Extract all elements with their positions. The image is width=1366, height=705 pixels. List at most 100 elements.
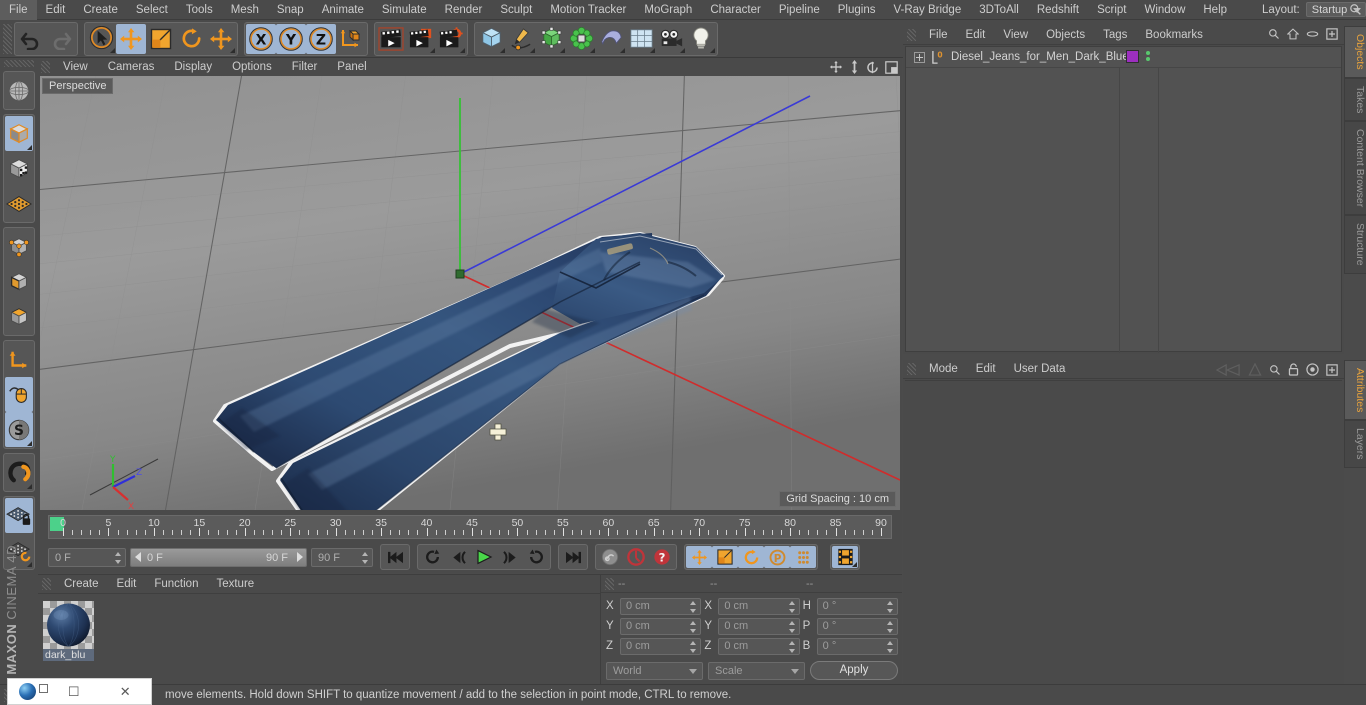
- object-menu-tags[interactable]: Tags: [1094, 26, 1136, 45]
- viewport-menu-view[interactable]: View: [53, 58, 98, 76]
- add-panel-icon[interactable]: [1326, 28, 1338, 40]
- history-back-icon[interactable]: [1215, 363, 1241, 376]
- animation-mode-button[interactable]: [832, 546, 858, 568]
- viewport-menu-cameras[interactable]: Cameras: [98, 58, 165, 76]
- add-deformer-button[interactable]: [566, 24, 596, 54]
- search-icon[interactable]: [1268, 28, 1280, 40]
- menu-item-create[interactable]: Create: [74, 0, 127, 20]
- viewport-menu-options[interactable]: Options: [222, 58, 282, 76]
- attribute-menu-user-data[interactable]: User Data: [1005, 360, 1075, 379]
- object-menu-file[interactable]: File: [920, 26, 957, 45]
- add-cube-button[interactable]: [476, 24, 506, 54]
- model-mode-button[interactable]: [5, 116, 33, 151]
- object-row[interactable]: 0 Diesel_Jeans_for_Men_Dark_Blue: [906, 47, 1341, 68]
- tab-content-browser[interactable]: Content Browser: [1344, 121, 1366, 216]
- add-camera-button[interactable]: [656, 24, 686, 54]
- lock-y-axis-button[interactable]: Y: [276, 23, 306, 54]
- key-position-button[interactable]: [686, 546, 712, 568]
- menu-item-vray-bridge[interactable]: V-Ray Bridge: [884, 0, 970, 20]
- render-region-button[interactable]: [406, 24, 436, 54]
- coordinate-mode-dropdown[interactable]: Scale: [708, 661, 805, 680]
- render-settings-button[interactable]: [436, 24, 466, 54]
- menu-item-window[interactable]: Window: [1135, 0, 1194, 20]
- spinner-icon[interactable]: [690, 640, 697, 653]
- lock-icon[interactable]: [1288, 363, 1299, 376]
- range-left-arrow-icon[interactable]: [135, 551, 141, 562]
- enable-axis-modification-button[interactable]: [5, 342, 33, 377]
- search-icon[interactable]: [1269, 364, 1281, 376]
- object-menu-objects[interactable]: Objects: [1037, 26, 1094, 45]
- coordinates-grip[interactable]: [605, 577, 614, 590]
- object-menu-view[interactable]: View: [994, 26, 1037, 45]
- viewport-solo-button[interactable]: [5, 377, 33, 412]
- render-view-button[interactable]: [376, 24, 406, 54]
- next-frame-button[interactable]: [497, 546, 523, 568]
- palette-grip[interactable]: [4, 60, 34, 67]
- visibility-dots-icon[interactable]: [1146, 51, 1150, 61]
- texture-mode-button[interactable]: [5, 151, 33, 186]
- menu-item-script[interactable]: Script: [1088, 0, 1135, 20]
- lock-z-axis-button[interactable]: Z: [306, 23, 336, 54]
- search-icon[interactable]: [1349, 3, 1362, 16]
- move-tool-button[interactable]: [116, 23, 146, 54]
- target-icon[interactable]: [1306, 363, 1319, 376]
- dolly-view-icon[interactable]: [849, 60, 860, 74]
- menu-item-pipeline[interactable]: Pipeline: [770, 0, 829, 20]
- maximize-window-button[interactable]: ☐: [48, 684, 100, 700]
- workplane-mode-button[interactable]: [5, 186, 33, 221]
- soft-selection-button[interactable]: S: [5, 412, 33, 447]
- attribute-manager-content[interactable]: [905, 380, 1342, 682]
- menu-item-motion-tracker[interactable]: Motion Tracker: [541, 0, 635, 20]
- ellipse-icon[interactable]: [1306, 29, 1319, 39]
- key-rotation-button[interactable]: [738, 546, 764, 568]
- spinner-icon[interactable]: [788, 600, 796, 613]
- play-button[interactable]: [471, 546, 497, 568]
- tab-structure[interactable]: Structure: [1344, 215, 1366, 274]
- material-item[interactable]: dark_blu: [43, 601, 94, 661]
- apply-button[interactable]: Apply: [810, 661, 898, 680]
- menu-item-redshift[interactable]: Redshift: [1028, 0, 1088, 20]
- menu-item-simulate[interactable]: Simulate: [373, 0, 436, 20]
- viewport-menu-filter[interactable]: Filter: [282, 58, 328, 76]
- add-generator-button[interactable]: [536, 24, 566, 54]
- menu-item-3dtoall[interactable]: 3DToAll: [970, 0, 1028, 20]
- undo-button[interactable]: [16, 24, 46, 54]
- object-menu-edit[interactable]: Edit: [957, 26, 995, 45]
- tab-objects[interactable]: Objects: [1344, 26, 1366, 78]
- timeline-range-slider[interactable]: 0 F 90 F: [130, 547, 307, 567]
- menu-item-character[interactable]: Character: [701, 0, 770, 20]
- menu-item-select[interactable]: Select: [127, 0, 177, 20]
- add-bend-deformer-button[interactable]: [596, 24, 626, 54]
- viewport-menu-display[interactable]: Display: [164, 58, 222, 76]
- menu-item-mograph[interactable]: MoGraph: [635, 0, 701, 20]
- tab-takes[interactable]: Takes: [1344, 77, 1366, 122]
- menu-item-sculpt[interactable]: Sculpt: [491, 0, 541, 20]
- position-z-field[interactable]: 0 cm: [620, 637, 702, 655]
- overlay-window[interactable]: ☐ ✕: [7, 678, 152, 705]
- make-editable-button[interactable]: [5, 73, 33, 108]
- tab-attributes[interactable]: Attributes: [1344, 360, 1366, 421]
- size-z-field[interactable]: 0 cm: [718, 637, 800, 655]
- lock-x-axis-button[interactable]: X: [246, 23, 276, 54]
- play-forwards-loop-button[interactable]: [523, 546, 549, 568]
- add-light-button[interactable]: [686, 24, 716, 54]
- material-tag-icon[interactable]: [1126, 50, 1139, 63]
- size-y-field[interactable]: 0 cm: [718, 617, 800, 635]
- edges-mode-button[interactable]: [5, 264, 33, 299]
- attribute-menu-mode[interactable]: Mode: [920, 360, 967, 379]
- maximize-view-icon[interactable]: [885, 60, 898, 74]
- add-panel-icon[interactable]: [1326, 363, 1338, 376]
- position-x-field[interactable]: 0 cm: [620, 597, 702, 615]
- restore-window-icon[interactable]: [39, 684, 48, 693]
- attribute-manager-grip[interactable]: [907, 363, 916, 375]
- key-parameter-button[interactable]: P: [764, 546, 790, 568]
- menu-item-plugins[interactable]: Plugins: [829, 0, 885, 20]
- end-frame-field[interactable]: 90 F: [311, 547, 373, 567]
- spinner-icon[interactable]: [886, 640, 894, 653]
- history-forward-icon[interactable]: [1248, 363, 1262, 376]
- add-environment-button[interactable]: [626, 24, 656, 54]
- key-scale-button[interactable]: [712, 546, 738, 568]
- material-menu-create[interactable]: Create: [55, 575, 108, 594]
- menu-item-edit[interactable]: Edit: [37, 0, 75, 20]
- rotation-h-field[interactable]: 0 °: [816, 597, 898, 615]
